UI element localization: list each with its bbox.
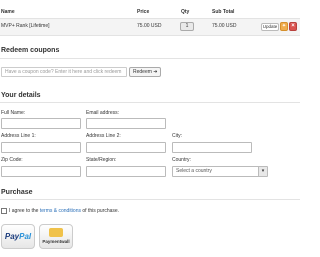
update-button[interactable]: Update <box>261 23 279 31</box>
header-price: Price <box>137 9 150 15</box>
gear-icon[interactable]: ✦ <box>280 22 288 31</box>
remove-icon[interactable]: × <box>289 22 297 31</box>
terms-link[interactable]: terms & conditions <box>40 208 81 214</box>
country-label: Country: <box>172 157 191 163</box>
terms-suffix: of this purchase. <box>81 208 120 214</box>
country-select-value: Select a country <box>176 168 212 174</box>
purchase-title: Purchase <box>1 189 33 196</box>
address2-label: Address Line 2: <box>86 133 121 139</box>
terms-text: I agree to the terms & conditions of thi… <box>9 208 119 214</box>
header-subtotal: Sub Total <box>212 9 235 15</box>
full-name-field[interactable] <box>1 118 81 129</box>
address1-label: Address Line 1: <box>1 133 36 139</box>
state-field[interactable] <box>86 166 166 177</box>
city-label: City: <box>172 133 182 139</box>
email-field[interactable] <box>86 118 166 129</box>
paymentwall-icon <box>49 228 63 237</box>
address1-field[interactable] <box>1 142 81 153</box>
country-select[interactable]: Select a country ▾ <box>172 166 268 177</box>
chevron-down-icon[interactable]: ▾ <box>258 167 267 176</box>
coupon-input[interactable]: Have a coupon code? Enter it here and cl… <box>1 67 127 77</box>
details-title: Your details <box>1 92 41 99</box>
coupons-title: Redeem coupons <box>1 47 60 54</box>
city-field[interactable] <box>172 142 252 153</box>
paypal-logo: PayPal <box>4 232 32 241</box>
header-name: Name <box>1 9 15 15</box>
paypal-button[interactable]: PayPal <box>1 224 35 249</box>
terms-prefix: I agree to the <box>9 208 40 214</box>
address2-field[interactable] <box>86 142 166 153</box>
coupons-divider <box>0 58 300 59</box>
item-price: 75.00 USD <box>137 23 162 29</box>
zip-label: Zip Code: <box>1 157 23 163</box>
terms-checkbox[interactable] <box>1 208 7 214</box>
zip-field[interactable] <box>1 166 81 177</box>
paymentwall-button[interactable]: Paymentwall <box>39 224 73 249</box>
item-subtotal: 75.00 USD <box>212 23 237 29</box>
redeem-button[interactable]: Redeem ➜ <box>129 67 161 77</box>
paymentwall-logo: Paymentwall <box>42 239 70 244</box>
item-name: MVP+ Rank [Lifetime] <box>1 23 50 29</box>
purchase-divider <box>0 199 300 200</box>
email-label: Email address: <box>86 110 120 116</box>
details-divider <box>0 102 300 103</box>
full-name-label: Full Name: <box>1 110 26 116</box>
header-qty: Qty <box>181 9 190 15</box>
quantity-input[interactable]: 1 <box>180 22 194 31</box>
state-label: State/Region: <box>86 157 117 163</box>
